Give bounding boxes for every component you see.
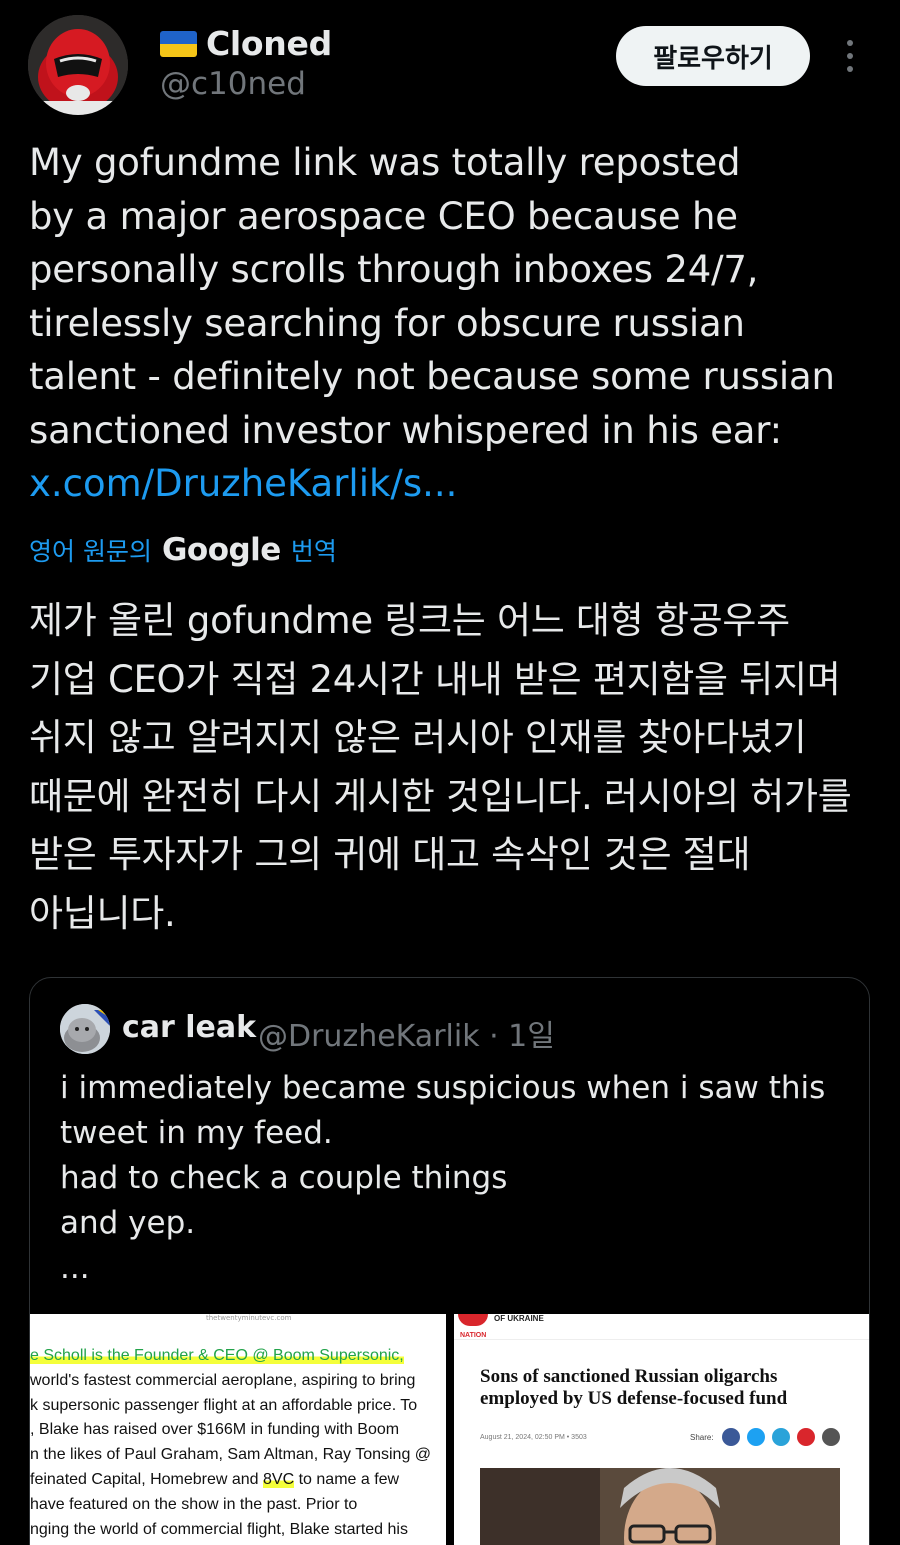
quote-media-news-screenshot[interactable]: OF UKRAINE NATION Sons of sanctioned Rus… [454, 1314, 869, 1545]
author-handle[interactable]: @c10ned [160, 66, 306, 102]
quote-author-avatar[interactable] [60, 1004, 110, 1054]
news-meta: August 21, 2024, 02:50 PM • 3503 [480, 1434, 587, 1441]
quoted-tweet-card[interactable]: car leak @DruzheKarlik · 1일 i immediatel… [29, 977, 870, 1545]
news-headline: Sons of sanctioned Russian oligarchs emp… [480, 1366, 788, 1409]
translated-text: 제가 올린 gofundme 링크는 어느 대형 항공우주 기업 CEO가 직접… [29, 599, 852, 935]
follow-button[interactable]: 팔로우하기 [616, 26, 810, 86]
news-outlet-name: OF UKRAINE [494, 1314, 544, 1323]
tweet-text: My gofundme link was totally reposted by… [29, 141, 835, 452]
quote-text: i immediately became suspicious when i s… [60, 1070, 826, 1286]
google-logo: Google [161, 532, 281, 568]
facebook-share-icon [722, 1428, 740, 1446]
link-share-icon [822, 1428, 840, 1446]
tweet-link[interactable]: x.com/DruzheKarlik/s... [29, 457, 457, 511]
ukraine-flag-icon [160, 31, 197, 57]
red-ranger-avatar-image [28, 15, 128, 115]
more-vertical-icon[interactable] [838, 36, 862, 76]
author-display-name[interactable]: Cloned [206, 24, 332, 63]
news-share-label: Share: [690, 1433, 714, 1442]
quote-author-name[interactable]: car leak [122, 1010, 256, 1045]
news-site-header: OF UKRAINE [454, 1314, 869, 1340]
news-logo [458, 1314, 488, 1326]
news-photo [480, 1468, 840, 1545]
article-text: e Scholl is the Founder & CEO @ Boom Sup… [30, 1347, 432, 1538]
news-section: NATION [460, 1332, 487, 1339]
translation-suffix: 번역 [290, 537, 337, 566]
twitter-share-icon [747, 1428, 765, 1446]
media-source-url: thetwentyminutevc.com [206, 1314, 292, 1322]
quote-media-article-screenshot[interactable]: thetwentyminutevc.com e Scholl is the Fo… [30, 1314, 446, 1545]
email-share-icon [797, 1428, 815, 1446]
translation-attribution[interactable]: 영어 원문의 Google 번역 [29, 530, 337, 570]
translation-prefix: 영어 원문의 [29, 537, 152, 566]
author-avatar[interactable] [28, 15, 128, 115]
quote-author-handle[interactable]: @DruzheKarlik · 1일 [258, 1011, 555, 1055]
cat-avatar-image [60, 1004, 110, 1054]
telegram-share-icon [772, 1428, 790, 1446]
